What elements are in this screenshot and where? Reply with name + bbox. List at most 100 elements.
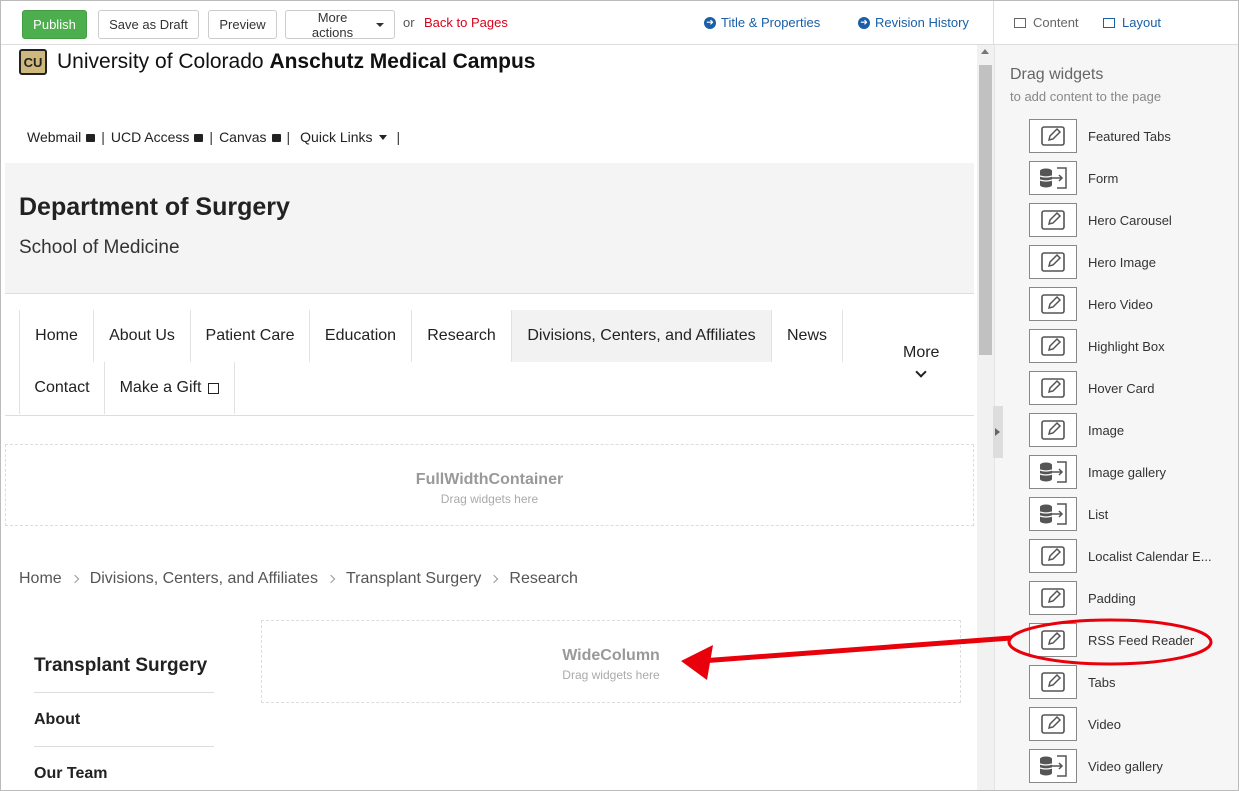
nav-more-button[interactable]: More	[903, 344, 940, 378]
nav-item-research[interactable]: Research	[412, 310, 512, 362]
campus-label: Anschutz Medical Campus	[269, 50, 536, 73]
back-to-pages-link[interactable]: Back to Pages	[424, 15, 508, 30]
breadcrumb-divisions[interactable]: Divisions, Centers, and Affiliates	[90, 570, 318, 588]
utility-label: Canvas	[219, 129, 267, 145]
utility-link-ucd-access[interactable]: UCD Access	[111, 129, 204, 145]
utility-label: UCD Access	[110, 129, 190, 145]
panel-collapse-toggle[interactable]	[993, 406, 1003, 458]
nav-item-make-a-gift[interactable]: Make a Gift	[105, 362, 235, 414]
utility-link-canvas[interactable]: Canvas	[219, 129, 281, 145]
make-a-gift-label: Make a Gift	[119, 379, 202, 396]
container-name: WideColumn	[562, 647, 660, 664]
nav-item-patient-care[interactable]: Patient Care	[191, 310, 310, 362]
widget-item-hero-image[interactable]: Hero Image	[1029, 245, 1156, 279]
nav-item-news[interactable]: News	[772, 310, 843, 362]
revision-history-link[interactable]: ➜ Revision History	[858, 15, 969, 30]
nav-more-label: More	[903, 344, 940, 361]
full-width-container-dropzone[interactable]: FullWidthContainer Drag widgets here	[5, 444, 974, 526]
utility-separator: |	[286, 129, 291, 145]
breadcrumb-transplant[interactable]: Transplant Surgery	[346, 570, 481, 588]
widget-label: Padding	[1088, 590, 1136, 606]
widget-label: Image	[1088, 422, 1125, 438]
university-label: University of Colorado	[57, 50, 264, 73]
section-sidebar: Transplant Surgery About Our Team	[34, 643, 214, 790]
tab-content[interactable]: Content	[1014, 15, 1079, 30]
caret-down-icon	[378, 134, 387, 140]
breadcrumb: Home Divisions, Centers, and Affiliates …	[19, 570, 578, 588]
widget-panel: Drag widgets to add content to the page …	[994, 45, 1238, 790]
pencil-edit-icon	[1029, 119, 1077, 153]
chevron-right-icon	[490, 574, 499, 584]
nav-item-home[interactable]: Home	[19, 310, 94, 362]
toolbar-divider	[993, 1, 994, 45]
tab-layout-label: Layout	[1122, 15, 1162, 30]
site-logo[interactable]: CU University of Colorado Anschutz Medic…	[19, 49, 536, 75]
widget-label: Image gallery	[1088, 464, 1167, 480]
widget-item-hero-carousel[interactable]: Hero Carousel	[1029, 203, 1172, 237]
sidebar-title[interactable]: Transplant Surgery	[34, 643, 214, 693]
or-text: or	[403, 15, 415, 30]
nav-item-education[interactable]: Education	[310, 310, 412, 362]
pencil-edit-icon	[1029, 413, 1077, 447]
database-import-icon	[1029, 161, 1077, 195]
widget-item-hover-card[interactable]: Hover Card	[1029, 371, 1154, 405]
widget-item-image[interactable]: Image	[1029, 413, 1124, 447]
quick-links-label: Quick Links	[300, 129, 373, 145]
nav-item-about-us[interactable]: About Us	[94, 310, 191, 362]
publish-button[interactable]: Publish	[22, 10, 87, 39]
widget-item-hero-video[interactable]: Hero Video	[1029, 287, 1153, 321]
wide-column-dropzone[interactable]: WideColumn Drag widgets here	[261, 620, 961, 703]
database-import-icon	[1029, 455, 1077, 489]
nav-item-contact[interactable]: Contact	[19, 362, 105, 414]
department-title: Department of Surgery	[19, 193, 290, 221]
container-hint: Drag widgets here	[440, 492, 539, 506]
content-panel-icon	[1014, 17, 1026, 28]
external-link-icon	[208, 382, 220, 394]
title-properties-link[interactable]: ➜ Title & Properties	[704, 15, 820, 30]
widget-item-featured-tabs[interactable]: Featured Tabs	[1029, 119, 1171, 153]
pencil-edit-icon	[1029, 329, 1077, 363]
pencil-edit-icon	[1029, 245, 1077, 279]
widget-item-rss-feed-reader[interactable]: RSS Feed Reader	[1029, 623, 1194, 657]
pencil-edit-icon	[1029, 539, 1077, 573]
title-properties-label: Title & Properties	[721, 15, 821, 30]
widget-item-video[interactable]: Video	[1029, 707, 1121, 741]
chevron-right-icon	[70, 574, 79, 584]
breadcrumb-home[interactable]: Home	[19, 570, 62, 588]
scroll-up-icon[interactable]	[981, 49, 989, 54]
widget-item-form[interactable]: Form	[1029, 161, 1118, 195]
widget-label: List	[1088, 506, 1109, 522]
pencil-edit-icon	[1029, 371, 1077, 405]
widget-label: Tabs	[1088, 674, 1116, 690]
utility-label: Webmail	[27, 129, 82, 145]
widget-label: Hover Card	[1088, 380, 1155, 396]
pencil-edit-icon	[1029, 203, 1077, 237]
container-name: FullWidthContainer	[415, 471, 564, 488]
widget-item-tabs[interactable]: Tabs	[1029, 665, 1115, 699]
cu-logo-icon: CU	[19, 49, 47, 75]
widget-label: Form	[1088, 170, 1119, 186]
sidebar-item-our-team[interactable]: Our Team	[34, 747, 214, 790]
save-draft-button[interactable]: Save as Draft	[98, 10, 199, 39]
quick-links-dropdown[interactable]: Quick Links	[300, 129, 387, 145]
utility-link-webmail[interactable]: Webmail	[27, 129, 96, 145]
widget-item-list[interactable]: List	[1029, 497, 1108, 531]
widget-item-image-gallery[interactable]: Image gallery	[1029, 455, 1166, 489]
widget-item-highlight-box[interactable]: Highlight Box	[1029, 329, 1165, 363]
nav-item-divisions[interactable]: Divisions, Centers, and Affiliates	[512, 310, 772, 362]
arrow-right-circle-icon: ➜	[858, 16, 870, 29]
utility-nav: Webmail | UCD Access | Canvas | Quick Li…	[27, 129, 406, 145]
widget-item-localist-calendar-e[interactable]: Localist Calendar E...	[1029, 539, 1212, 573]
more-actions-dropdown[interactable]: More actions	[285, 10, 395, 40]
widget-item-padding[interactable]: Padding	[1029, 581, 1136, 615]
pencil-edit-icon	[1029, 707, 1077, 741]
pencil-edit-icon	[1029, 665, 1077, 699]
scrollbar-thumb[interactable]	[979, 65, 992, 355]
tab-layout[interactable]: Layout	[1103, 15, 1161, 30]
widget-item-video-gallery[interactable]: Video gallery	[1029, 749, 1163, 783]
layout-panel-icon	[1103, 17, 1115, 28]
sidebar-item-about[interactable]: About	[34, 693, 214, 747]
preview-button[interactable]: Preview	[208, 10, 277, 39]
page-scrollbar[interactable]	[977, 45, 994, 790]
widget-label: Video	[1088, 716, 1122, 732]
